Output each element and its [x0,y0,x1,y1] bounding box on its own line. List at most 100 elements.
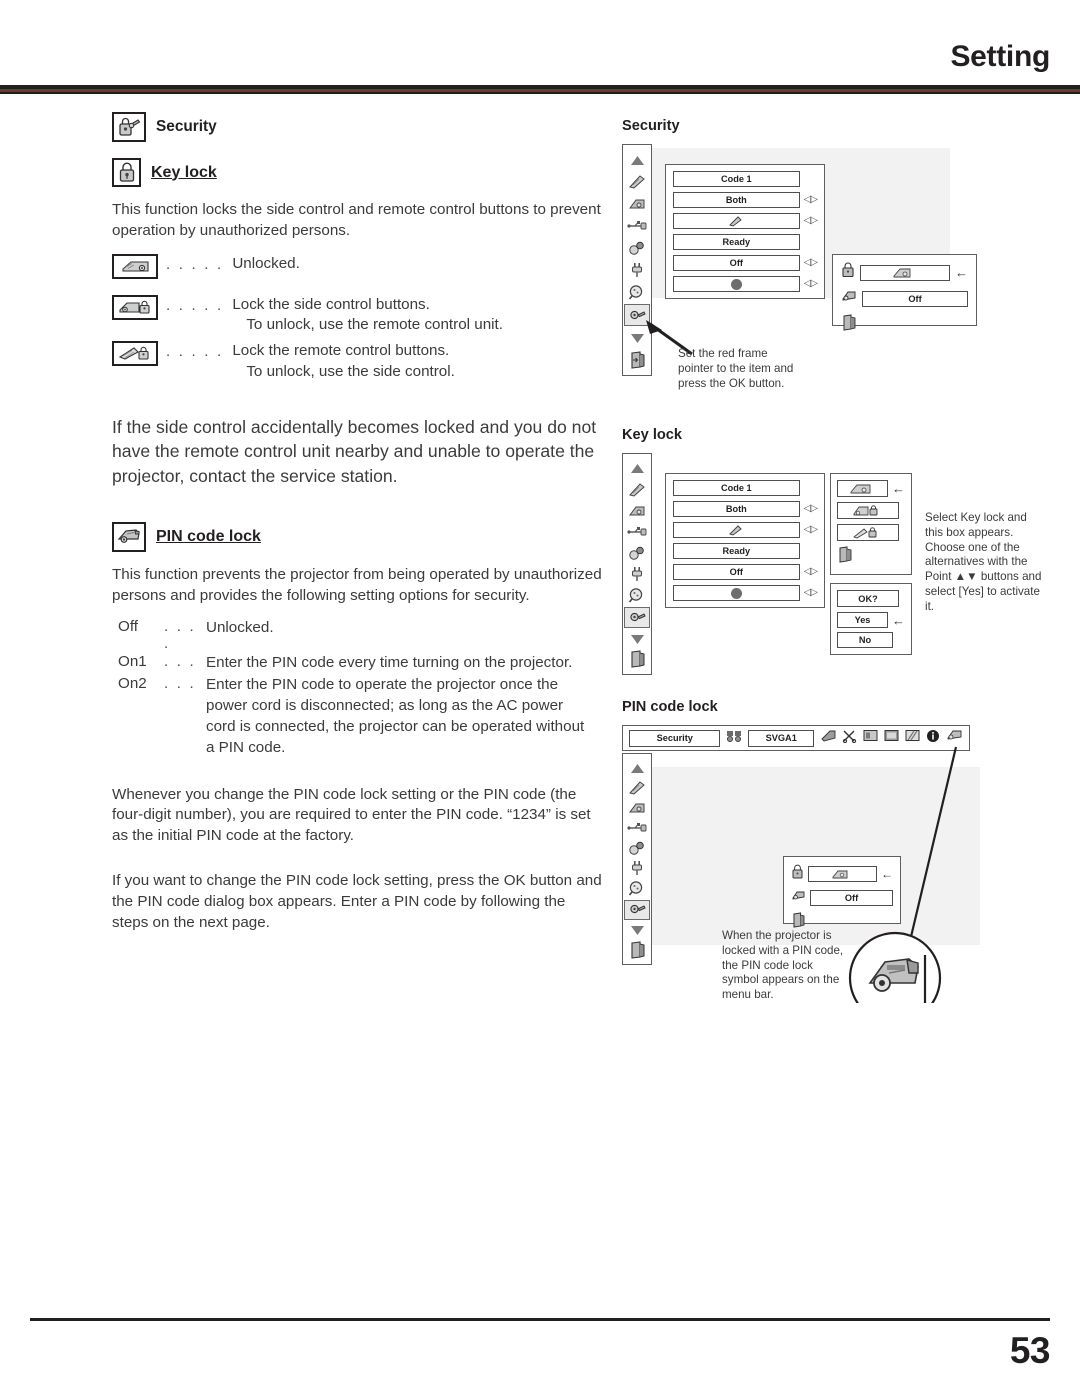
scissors-icon[interactable] [842,729,857,748]
osd-field-value[interactable]: Code 1 [673,171,800,187]
page-number: 53 [1009,1330,1051,1371]
confirm-no-button[interactable]: No [837,632,893,648]
figure-security-title: Security [622,118,680,134]
security-key-icon[interactable] [624,899,650,920]
submenu-row-pincode[interactable]: Off [791,889,893,907]
osd-menu-row[interactable]: ◁▷ [673,213,818,229]
osd-field-value[interactable]: Both [673,192,800,208]
submenu-row-keylock[interactable]: ← [841,262,968,283]
projector-unlocked-icon[interactable] [837,480,888,497]
osd-menu-row[interactable]: ◁▷ [673,522,818,538]
confirm-yes-button[interactable]: Yes [837,612,888,628]
plug-icon[interactable] [625,564,649,583]
plug-icon[interactable] [625,859,649,877]
remote-icon[interactable] [625,172,649,192]
keylock-choice-row[interactable] [837,502,905,519]
pointer-icon[interactable] [673,522,800,538]
dot-icon[interactable] [673,276,800,292]
osd-menu-row[interactable]: Both ◁▷ [673,501,818,517]
osd-field-value[interactable] [808,866,877,882]
keylock-choice-row[interactable] [837,546,905,568]
projector-icon[interactable] [625,799,649,817]
left-right-arrows-icon[interactable]: ◁▷ [804,195,818,205]
pattern-icon[interactable] [905,729,920,747]
remote-locked-icon[interactable] [837,524,899,541]
osd-menu-row[interactable]: Ready ◁▷ [673,543,817,559]
osd-field-value[interactable]: Off [862,290,968,307]
left-right-arrows-icon[interactable]: ◁▷ [804,588,818,598]
remote-icon[interactable] [625,480,649,499]
osd-field-value[interactable]: Both [673,501,800,517]
keylock-option-text: Lock the side control buttons. [232,295,430,313]
osd-field-value[interactable]: Code 1 [673,480,800,496]
osd-menu-row[interactable]: ◁▷ [673,585,818,601]
osd-menu-row[interactable]: Off ◁▷ [673,255,818,271]
remote-icon[interactable] [625,779,649,797]
usb-icon[interactable] [625,522,649,541]
security-key-icon[interactable] [624,606,650,628]
info-icon[interactable] [926,729,940,748]
search-icon[interactable] [625,880,649,898]
plug-icon[interactable] [625,260,649,280]
osd-menu-row[interactable]: Off ◁▷ [673,564,818,580]
screen2-icon[interactable] [884,729,899,747]
osd-field-value[interactable]: Ready [673,234,800,250]
up-arrow-icon[interactable] [625,150,649,170]
keylock-heading-row: Key lock [112,158,602,187]
osd-menu-row[interactable]: Code 1 ◁▷ [673,171,817,187]
sound-icon[interactable] [625,238,649,258]
pointer-icon[interactable] [673,213,800,229]
usb-icon[interactable] [625,819,649,837]
left-right-arrows-icon[interactable]: ◁▷ [804,279,818,289]
osd-field-value[interactable]: Off [673,255,800,271]
down-arrow-icon[interactable] [625,328,649,348]
osd-menu-row[interactable]: Code 1 ◁▷ [673,480,817,496]
image-icon[interactable] [863,729,878,747]
figure-security: Security Code 1 ◁▷ [620,118,1040,390]
pincode-option-row: Off . . . . Unlocked. [112,618,602,652]
submenu-row-pincode[interactable]: Off [841,289,968,308]
exit-door-icon[interactable] [625,650,649,669]
osd-field-value[interactable]: Off [673,564,800,580]
menu-bar-source[interactable]: SVGA1 [748,729,814,747]
up-arrow-icon[interactable] [625,759,649,777]
osd-field-value[interactable]: Off [810,890,893,906]
left-right-arrows-icon[interactable]: ◁▷ [804,216,818,226]
sound-icon[interactable] [625,839,649,857]
left-pointer-icon: ← [892,612,905,628]
osd-menu-row[interactable]: Ready ◁▷ [673,234,817,250]
exit-door-icon[interactable] [625,350,649,370]
usb-icon[interactable] [625,216,649,236]
projector-icon[interactable] [625,501,649,520]
left-right-arrows-icon[interactable]: ◁▷ [804,525,818,535]
dot-icon[interactable] [673,585,800,601]
submenu-row-keylock[interactable]: ← [791,864,893,884]
sound-icon[interactable] [625,543,649,562]
exit-door-icon[interactable] [625,941,649,959]
submenu-row-exit[interactable] [841,314,968,336]
down-arrow-icon[interactable] [625,630,649,649]
osd-menu-row[interactable]: ◁▷ [673,276,818,292]
exit-door-icon[interactable] [837,546,853,567]
left-right-arrows-icon[interactable]: ◁▷ [804,258,818,268]
menu-bar-label[interactable]: Security [629,729,721,747]
projector-icon[interactable] [625,194,649,214]
osd-sidebar [622,453,652,675]
keylock-choice-row[interactable] [837,524,905,541]
security-key-icon[interactable] [624,304,650,326]
search-icon[interactable] [625,586,649,605]
osd-field-value[interactable]: Ready [673,543,800,559]
up-arrow-icon[interactable] [625,459,649,478]
left-right-arrows-icon[interactable]: ◁▷ [804,504,818,514]
pin-lock-icon[interactable] [946,729,963,747]
projector-locked-icon[interactable] [837,502,899,519]
screen-icon[interactable] [820,729,836,748]
osd-menu-row[interactable]: Both ◁▷ [673,192,818,208]
down-arrow-icon[interactable] [625,922,649,940]
keylock-choice-row[interactable]: ← [837,480,905,497]
left-right-arrows-icon[interactable]: ◁▷ [804,567,818,577]
binocular-icon[interactable] [726,729,742,748]
search-icon[interactable] [625,282,649,302]
osd-field-value[interactable] [860,264,950,281]
pincode-intro-text: This function prevents the projector fro… [112,565,602,604]
